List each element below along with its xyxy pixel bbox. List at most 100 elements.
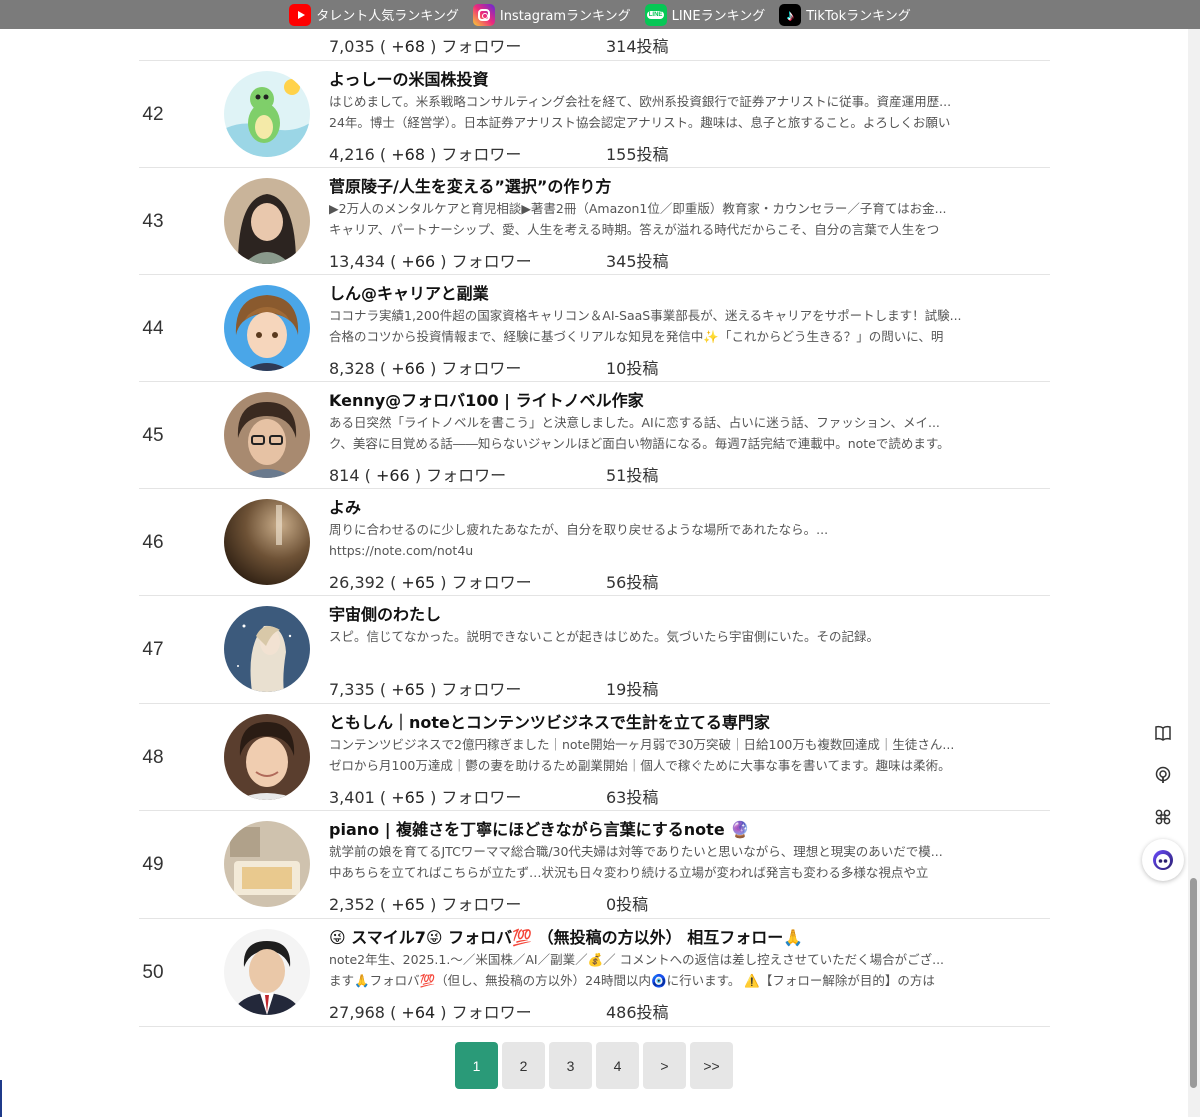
book-icon (1155, 725, 1171, 741)
avatar[interactable] (224, 71, 310, 157)
account-name[interactable]: ともしん｜noteとコンテンツビジネスで生計を立てる専門家 (329, 709, 1019, 733)
followers-count: 4,216 ( +68 ) フォロワー (329, 145, 522, 164)
followers-count: 2,352 ( +65 ) フォロワー (329, 895, 522, 914)
table-row: 42 よっしーの米国株投資 はじめまして。米系戦略コンサルティング会社を経て、欧… (139, 60, 1050, 167)
instagram-ranking-link[interactable]: Instagramランキング (472, 3, 631, 26)
account-name[interactable]: 宇宙側のわたし (329, 601, 1019, 625)
page-4-button[interactable]: 4 (596, 1042, 639, 1089)
next-page-button[interactable]: > (643, 1042, 686, 1089)
line-ranking-link[interactable]: LINE LINEランキング (644, 3, 766, 26)
assistant-button[interactable] (1142, 839, 1184, 881)
rank-number: 50 (142, 962, 164, 983)
stats: 7,335 ( +65 ) フォロワー 19投稿 (329, 676, 1019, 699)
avatar[interactable] (224, 178, 310, 264)
table-row: 49 piano | 複雑さを丁寧にほどきながら言葉にするnote 🔮 就学前の… (139, 810, 1050, 917)
rank-number: 48 (142, 747, 164, 768)
avatar[interactable] (224, 606, 310, 692)
followers-count: 27,968 ( +64 ) フォロワー (329, 1003, 532, 1022)
followers-count: 814 ( +66 ) フォロワー (329, 466, 507, 485)
account-description: 就学前の娘を育てるJTCワーママ総合職/30代夫婦は対等でありたいと思いながら、… (329, 844, 943, 880)
avatar[interactable] (224, 821, 310, 907)
youtube-icon (289, 3, 312, 26)
account-description: コンテンツビジネスで2億円稼ぎました｜note開始一ヶ月弱で30万突破｜日給10… (329, 737, 955, 773)
line-ranking-label: LINEランキング (671, 9, 766, 24)
avatar[interactable] (224, 285, 310, 371)
avatar[interactable] (224, 392, 310, 478)
account-description: 周りに合わせるのに少し疲れたあなたが、自分を取り戻せるような場所であれたなら。.… (329, 522, 829, 558)
talent-ranking-label: タレント人気ランキング (316, 9, 459, 24)
reader-button[interactable] (1142, 712, 1184, 754)
rank-number: 43 (142, 211, 164, 232)
last-page-button[interactable]: >> (690, 1042, 733, 1089)
table-row: 50 😜 スマイル7😜 フォロバ💯 （無投稿の方以外） 相互フォロー🙏 note… (139, 918, 1050, 1025)
instagram-icon (472, 3, 495, 26)
account-name[interactable]: 菅原陵子/人生を変える”選択”の作り方 (329, 173, 1019, 197)
account-description: ココナラ実績1,200件超の国家資格キャリコン＆AI-SaaS事業部長が、迷える… (329, 308, 962, 344)
account-name[interactable]: よみ (329, 494, 1019, 518)
avatar[interactable] (224, 714, 310, 800)
post-count: 19投稿 (606, 680, 659, 699)
post-count: 314投稿 (606, 37, 669, 56)
post-count: 0投稿 (606, 895, 649, 914)
rank-number: 49 (142, 854, 164, 875)
rank-number: 44 (142, 318, 164, 339)
followers-count: 8,328 ( +66 ) フォロワー (329, 359, 522, 378)
command-button[interactable] (1142, 796, 1184, 838)
podcast-icon (1155, 766, 1171, 783)
post-count: 56投稿 (606, 573, 659, 592)
page-1-button[interactable]: 1 (455, 1042, 498, 1089)
tiktok-ranking-link[interactable]: ♪ TikTokランキング (779, 3, 911, 26)
stats: 3,401 ( +65 ) フォロワー 63投稿 (329, 784, 1019, 807)
stats: 4,216 ( +68 ) フォロワー 155投稿 (329, 141, 1019, 164)
account-name[interactable]: しん@キャリアと副業 (329, 280, 1019, 304)
account-description: ある日突然「ライトノベルを書こう」と決意しました。AIに恋する話、占いに迷う話、… (329, 415, 950, 451)
account-description: ▶2万人のメンタルケアと育児相談▶著書2冊（Amazon1位／即重版）教育家・カ… (329, 201, 947, 237)
table-row: 43 菅原陵子/人生を変える”選択”の作り方 ▶2万人のメンタルケアと育児相談▶… (139, 167, 1050, 274)
account-name[interactable]: Kenny@フォロバ100 | ライトノベル作家 (329, 387, 1019, 411)
table-row: 48 ともしん｜noteとコンテンツビジネスで生計を立てる専門家 コンテンツビジ… (139, 703, 1050, 810)
followers-count: 3,401 ( +65 ) フォロワー (329, 788, 522, 807)
post-count: 155投稿 (606, 145, 669, 164)
stats: 2,352 ( +65 ) フォロワー 0投稿 (329, 891, 1019, 914)
scrollbar-thumb[interactable] (1190, 878, 1197, 1088)
command-icon (1155, 809, 1171, 825)
floating-toolbar (1142, 712, 1188, 881)
pagination: 1 2 3 4 > >> (455, 1042, 733, 1089)
ranking-nav-bar: タレント人気ランキング Instagramランキング LINE LINEランキン… (0, 0, 1200, 29)
instagram-ranking-label: Instagramランキング (499, 9, 631, 24)
assistant-icon (1153, 850, 1173, 870)
account-name[interactable]: piano | 複雑さを丁寧にほどきながら言葉にするnote 🔮 (329, 816, 1019, 840)
tiktok-icon: ♪ (779, 3, 802, 26)
account-description: はじめまして。米系戦略コンサルティング会社を経て、欧州系投資銀行で証券アナリスト… (329, 94, 952, 130)
stats: 7,035 ( +68 ) フォロワー 314投稿 (329, 33, 1019, 56)
page-3-button[interactable]: 3 (549, 1042, 592, 1089)
post-count: 63投稿 (606, 788, 659, 807)
window-edge (0, 1080, 2, 1117)
stats: 27,968 ( +64 ) フォロワー 486投稿 (329, 999, 1019, 1022)
post-count: 10投稿 (606, 359, 659, 378)
list-divider (139, 1026, 1050, 1027)
stats: 26,392 ( +65 ) フォロワー 56投稿 (329, 569, 1019, 592)
followers-count: 26,392 ( +65 ) フォロワー (329, 573, 532, 592)
post-count: 51投稿 (606, 466, 659, 485)
stats: 13,434 ( +66 ) フォロワー 345投稿 (329, 248, 1019, 271)
page-2-button[interactable]: 2 (502, 1042, 545, 1089)
talent-ranking-link[interactable]: タレント人気ランキング (289, 3, 459, 26)
table-row: 46 よみ 周りに合わせるのに少し疲れたあなたが、自分を取り戻せるような場所であ… (139, 488, 1050, 595)
post-count: 486投稿 (606, 1003, 669, 1022)
avatar[interactable] (224, 499, 310, 585)
line-icon: LINE (644, 3, 667, 26)
post-count: 345投稿 (606, 252, 669, 271)
avatar[interactable] (224, 929, 310, 1015)
account-description: スピ。信じてなかった。説明できないことが起きはじめた。気づいたら宇宙側にいた。そ… (329, 629, 880, 644)
read-aloud-button[interactable] (1142, 754, 1184, 796)
rank-number: 42 (142, 104, 164, 125)
followers-count: 13,434 ( +66 ) フォロワー (329, 252, 532, 271)
followers-count: 7,035 ( +68 ) フォロワー (329, 37, 522, 56)
stats: 8,328 ( +66 ) フォロワー 10投稿 (329, 355, 1019, 378)
table-row: 44 しん@キャリアと副業 ココナラ実績1,200件超の国家資格キャリコン＆AI… (139, 274, 1050, 381)
account-name[interactable]: よっしーの米国株投資 (329, 66, 1019, 90)
account-description: note2年生、2025.1.〜／米国株／AI／副業／💰／ コメントへの返信は差… (329, 952, 945, 988)
table-row: 47 宇宙側のわたし スピ。信じてなかった。説明できないことが起きはじめた。気づ… (139, 595, 1050, 702)
account-name[interactable]: 😜 スマイル7😜 フォロバ💯 （無投稿の方以外） 相互フォロー🙏 (329, 924, 1019, 948)
